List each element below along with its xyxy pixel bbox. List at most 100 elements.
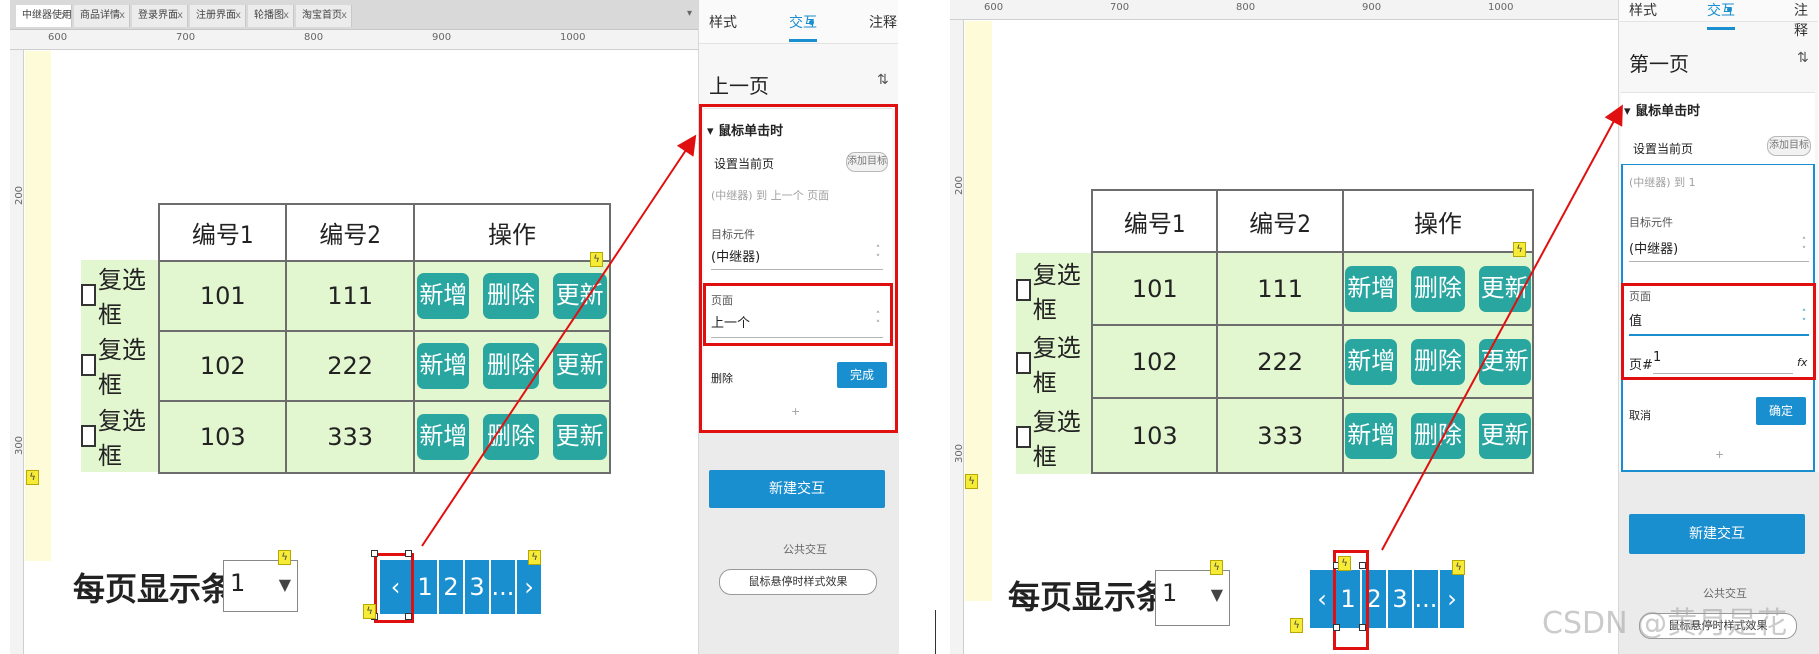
interaction-bolt-icon: ϟ xyxy=(590,252,603,267)
highlight-interaction-box xyxy=(699,104,898,433)
checkbox-icon[interactable] xyxy=(81,284,97,306)
add-button[interactable]: 新增 xyxy=(417,414,470,460)
add-action-icon[interactable]: + xyxy=(1715,448,1724,461)
tab-repeater-usage[interactable]: 中继器使用 x xyxy=(16,5,72,27)
actions-cell: 新增 删除 更新 xyxy=(1341,397,1535,474)
tab-list-dropdown-icon[interactable]: ▾ xyxy=(687,8,692,19)
tab-label: 淘宝首页 xyxy=(302,10,342,21)
row-checkbox[interactable]: 复选框 xyxy=(1016,326,1092,399)
checkbox-icon[interactable] xyxy=(1016,351,1031,374)
checkbox-label: 复选框 xyxy=(1032,333,1081,397)
next-page-button[interactable]: › xyxy=(1440,570,1464,628)
delete-button[interactable]: 删除 xyxy=(482,273,539,319)
page-button-1[interactable]: 1 xyxy=(413,560,437,614)
page-button-3[interactable]: 3 xyxy=(465,560,489,614)
ruler-label: 800 xyxy=(304,32,324,43)
settings-icon[interactable]: ⇅ xyxy=(877,72,889,88)
page-ellipsis[interactable]: ... xyxy=(1414,570,1438,628)
hover-style-button[interactable]: 鼠标悬停时样式效果 xyxy=(719,569,877,595)
cancel-link[interactable]: 取消 xyxy=(1629,407,1651,423)
add-button[interactable]: 新增 xyxy=(1345,412,1398,459)
inspector-panel: 样式 交互 注释 上一页 ⇅ ▾ 鼠标单击时 设置当前页 添加目标 (中继器) … xyxy=(698,0,899,654)
next-page-button[interactable]: › xyxy=(517,560,541,614)
delete-button[interactable]: 删除 xyxy=(1410,265,1465,312)
tab-notes[interactable]: 注释 xyxy=(869,12,897,32)
checkbox-icon[interactable] xyxy=(81,425,97,447)
close-icon[interactable]: x xyxy=(341,5,347,27)
update-button[interactable]: 更新 xyxy=(1478,412,1531,459)
new-interaction-button[interactable]: 新建交互 xyxy=(1629,514,1805,554)
interaction-bolt-icon: ϟ xyxy=(1338,556,1351,571)
per-page-select[interactable]: 1 ▼ xyxy=(1155,570,1230,626)
interaction-bolt-icon: ϟ xyxy=(965,474,978,489)
inspector-tabs: 样式 交互 注释 xyxy=(1619,0,1818,39)
add-target-button[interactable]: 添加目标 xyxy=(1767,136,1811,156)
ruler-label: 900 xyxy=(1362,2,1382,13)
ruler-label: 800 xyxy=(1236,2,1256,13)
cell-id2: 111 xyxy=(1216,251,1344,326)
target-select[interactable]: (中继器) ˄ ˅ xyxy=(1629,238,1809,262)
tab-style[interactable]: 样式 xyxy=(709,12,737,32)
update-button[interactable]: 更新 xyxy=(552,273,607,319)
checkbox-label: 复选框 xyxy=(98,336,147,399)
checkbox-label: 复选框 xyxy=(98,407,147,470)
delete-button[interactable]: 删除 xyxy=(482,414,539,460)
event-title[interactable]: ▾ 鼠标单击时 xyxy=(1624,100,1700,119)
tab-login[interactable]: 登录界面 x xyxy=(132,5,188,27)
add-button[interactable]: 新增 xyxy=(417,273,470,319)
update-button[interactable]: 更新 xyxy=(552,343,607,389)
settings-icon[interactable]: ⇅ xyxy=(1797,50,1809,66)
add-button[interactable]: 新增 xyxy=(1345,265,1398,312)
per-page-select[interactable]: 1 ▼ xyxy=(223,560,298,612)
tab-carousel[interactable]: 轮播图 x xyxy=(248,5,294,27)
prev-page-button[interactable]: ‹ xyxy=(1310,570,1334,628)
resize-handle[interactable] xyxy=(1333,624,1340,631)
resize-handle[interactable] xyxy=(405,613,412,620)
checkbox-label: 复选框 xyxy=(1032,407,1081,471)
actions-cell: 新增 删除 更新 xyxy=(1341,324,1535,399)
active-dot-icon xyxy=(809,20,814,25)
close-icon[interactable]: x xyxy=(61,5,67,27)
ruler-label: 600 xyxy=(984,2,1004,13)
checkbox-icon[interactable] xyxy=(81,354,97,376)
confirm-button[interactable]: 确定 xyxy=(1756,397,1806,425)
column-header: 操作 xyxy=(412,203,612,262)
delete-button[interactable]: 删除 xyxy=(1410,412,1465,459)
action-name[interactable]: 设置当前页 xyxy=(1633,140,1693,157)
tab-taobao-home[interactable]: 淘宝首页 x xyxy=(296,5,352,27)
resize-handle[interactable] xyxy=(371,550,378,557)
add-button[interactable]: 新增 xyxy=(417,343,470,389)
row-checkbox[interactable]: 复选框 xyxy=(81,400,159,472)
page-button-3[interactable]: 3 xyxy=(1388,570,1412,628)
tab-style[interactable]: 样式 xyxy=(1629,0,1657,20)
resize-handle[interactable] xyxy=(1359,562,1366,569)
update-button[interactable]: 更新 xyxy=(552,414,607,460)
close-icon[interactable]: x xyxy=(283,5,289,27)
document-tab-bar: 中继器使用 x 商品详情 x 登录界面 x 注册界面 x 轮播图 x 淘宝首页 x ▾ xyxy=(10,0,698,30)
vertical-ruler: 200 300 xyxy=(950,20,965,654)
delete-button[interactable]: 删除 xyxy=(482,343,539,389)
add-button[interactable]: 新增 xyxy=(1345,338,1398,385)
update-button[interactable]: 更新 xyxy=(1478,338,1531,385)
page-button-2[interactable]: 2 xyxy=(439,560,463,614)
page-ellipsis[interactable]: ... xyxy=(491,560,515,614)
tab-notes[interactable]: 注释 xyxy=(1794,0,1818,40)
resize-handle[interactable] xyxy=(1359,624,1366,631)
update-button[interactable]: 更新 xyxy=(1478,265,1531,312)
row-checkbox[interactable]: 复选框 xyxy=(81,330,159,400)
tab-register[interactable]: 注册界面 x xyxy=(190,5,246,27)
close-icon[interactable]: x xyxy=(235,5,241,27)
close-icon[interactable]: x xyxy=(177,5,183,27)
table-row: 102 222 新增 删除 更新 xyxy=(1090,324,1535,399)
row-checkbox[interactable]: 复选框 xyxy=(1016,399,1092,474)
close-icon[interactable]: x xyxy=(119,5,125,27)
tab-product-detail[interactable]: 商品详情 x xyxy=(74,5,130,27)
table-row: 102 222 新增 删除 更新 xyxy=(157,330,612,402)
checkbox-icon[interactable] xyxy=(1016,425,1031,448)
checkbox-icon[interactable] xyxy=(1016,278,1031,301)
row-checkbox[interactable]: 复选框 xyxy=(81,260,159,330)
row-checkbox[interactable]: 复选框 xyxy=(1016,253,1092,326)
resize-handle[interactable] xyxy=(405,550,412,557)
new-interaction-button[interactable]: 新建交互 xyxy=(709,470,885,508)
delete-button[interactable]: 删除 xyxy=(1410,338,1465,385)
